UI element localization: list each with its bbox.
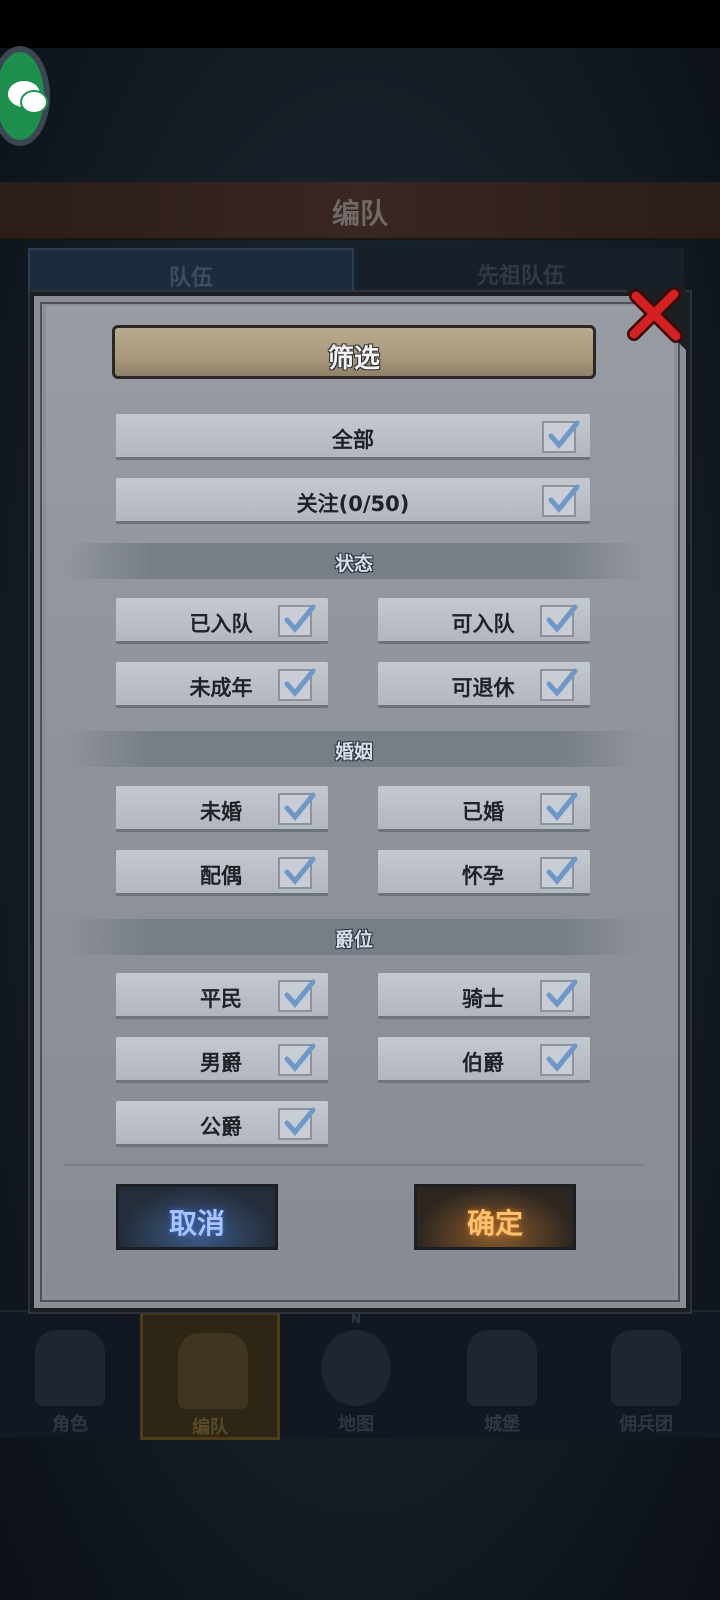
checkbox-checked-icon[interactable] <box>278 856 316 889</box>
checkbox-checked-icon[interactable] <box>278 979 316 1012</box>
option-label: 公爵 <box>200 1115 242 1139</box>
checkbox-checked-icon[interactable] <box>542 484 580 517</box>
section-title: 婚姻 <box>334 741 373 763</box>
section-title: 状态 <box>334 553 373 575</box>
option-joined[interactable]: 已入队 <box>116 598 328 644</box>
compass-map-icon <box>321 1330 391 1406</box>
castle-icon <box>467 1330 537 1406</box>
option-label: 配偶 <box>200 864 242 888</box>
checkbox-checked-icon[interactable] <box>540 979 578 1012</box>
option-label: 怀孕 <box>462 864 504 888</box>
option-label: 未成年 <box>189 676 253 700</box>
mercenary-icon <box>611 1330 681 1406</box>
option-label: 已婚 <box>462 800 504 824</box>
option-all[interactable]: 全部 <box>116 414 590 460</box>
checkbox-checked-icon[interactable] <box>278 792 316 825</box>
option-label: 可退休 <box>451 676 515 700</box>
team-tabs: 队伍 先祖队伍 <box>28 248 698 296</box>
checkbox-checked-icon[interactable] <box>540 1043 578 1076</box>
option-earl[interactable]: 伯爵 <box>378 1037 590 1083</box>
option-label: 骑士 <box>462 987 504 1011</box>
nav-label: 佣兵团 <box>619 1414 673 1435</box>
option-label: 未婚 <box>200 800 242 824</box>
tab-team[interactable]: 队伍 <box>28 248 354 296</box>
confirm-button-label: 确定 <box>466 1207 523 1240</box>
section-header-rank: 爵位 <box>64 919 644 955</box>
status-bar <box>0 0 720 48</box>
nav-label: 编队 <box>192 1417 228 1438</box>
checkbox-checked-icon[interactable] <box>278 668 316 701</box>
close-button[interactable] <box>622 286 686 350</box>
compass-north-label: N <box>350 1312 362 1326</box>
chat-icon <box>8 81 48 114</box>
nav-label: 角色 <box>52 1414 88 1435</box>
nav-item-castle[interactable]: 城堡 <box>432 1312 572 1440</box>
divider <box>64 1164 644 1166</box>
knight-icon <box>35 1330 105 1406</box>
option-label: 男爵 <box>200 1051 242 1075</box>
option-label: 平民 <box>200 987 242 1011</box>
cancel-button[interactable]: 取消 <box>116 1184 278 1250</box>
option-knight[interactable]: 骑士 <box>378 973 590 1019</box>
option-unmarried[interactable]: 未婚 <box>116 786 328 832</box>
checkbox-checked-icon[interactable] <box>540 668 578 701</box>
page-title-banner: 编队 <box>0 182 720 240</box>
dialog-title-plaque: 筛选 <box>112 325 596 379</box>
nav-label: 城堡 <box>484 1414 520 1435</box>
option-label: 关注(0/50) <box>296 492 410 516</box>
bottom-nav: 角色 编队 N 地图 城堡 佣兵团 <box>0 1310 720 1440</box>
section-header-marriage: 婚姻 <box>64 731 644 767</box>
option-pregnant[interactable]: 怀孕 <box>378 850 590 896</box>
option-baron[interactable]: 男爵 <box>116 1037 328 1083</box>
option-commoner[interactable]: 平民 <box>116 973 328 1019</box>
option-can-retire[interactable]: 可退休 <box>378 662 590 708</box>
nav-item-formation[interactable]: 编队 <box>140 1312 280 1440</box>
option-label: 可入队 <box>451 612 515 636</box>
page-title: 编队 <box>331 197 388 230</box>
helmet-icon <box>178 1333 248 1409</box>
section-title: 爵位 <box>334 929 373 951</box>
option-label: 伯爵 <box>462 1051 504 1075</box>
dialog-title: 筛选 <box>327 344 380 374</box>
checkbox-checked-icon[interactable] <box>278 604 316 637</box>
checkbox-checked-icon[interactable] <box>540 792 578 825</box>
cancel-button-label: 取消 <box>168 1207 225 1240</box>
checkbox-checked-icon[interactable] <box>540 604 578 637</box>
option-label: 全部 <box>332 428 374 452</box>
close-icon <box>622 286 686 350</box>
checkbox-checked-icon[interactable] <box>278 1043 316 1076</box>
checkbox-checked-icon[interactable] <box>540 856 578 889</box>
option-minor[interactable]: 未成年 <box>116 662 328 708</box>
option-spouse[interactable]: 配偶 <box>116 850 328 896</box>
nav-item-mercenary[interactable]: 佣兵团 <box>576 1312 716 1440</box>
option-can-join[interactable]: 可入队 <box>378 598 590 644</box>
option-label: 已入队 <box>189 612 253 636</box>
nav-item-character[interactable]: 角色 <box>0 1312 140 1440</box>
checkbox-checked-icon[interactable] <box>278 1107 316 1140</box>
option-married[interactable]: 已婚 <box>378 786 590 832</box>
nav-label: 地图 <box>338 1414 374 1435</box>
confirm-button[interactable]: 确定 <box>414 1184 576 1250</box>
option-duke[interactable]: 公爵 <box>116 1101 328 1147</box>
checkbox-checked-icon[interactable] <box>542 420 580 453</box>
option-follow[interactable]: 关注(0/50) <box>116 478 590 524</box>
nav-item-map[interactable]: N 地图 <box>286 1312 426 1440</box>
section-header-status: 状态 <box>64 543 644 579</box>
